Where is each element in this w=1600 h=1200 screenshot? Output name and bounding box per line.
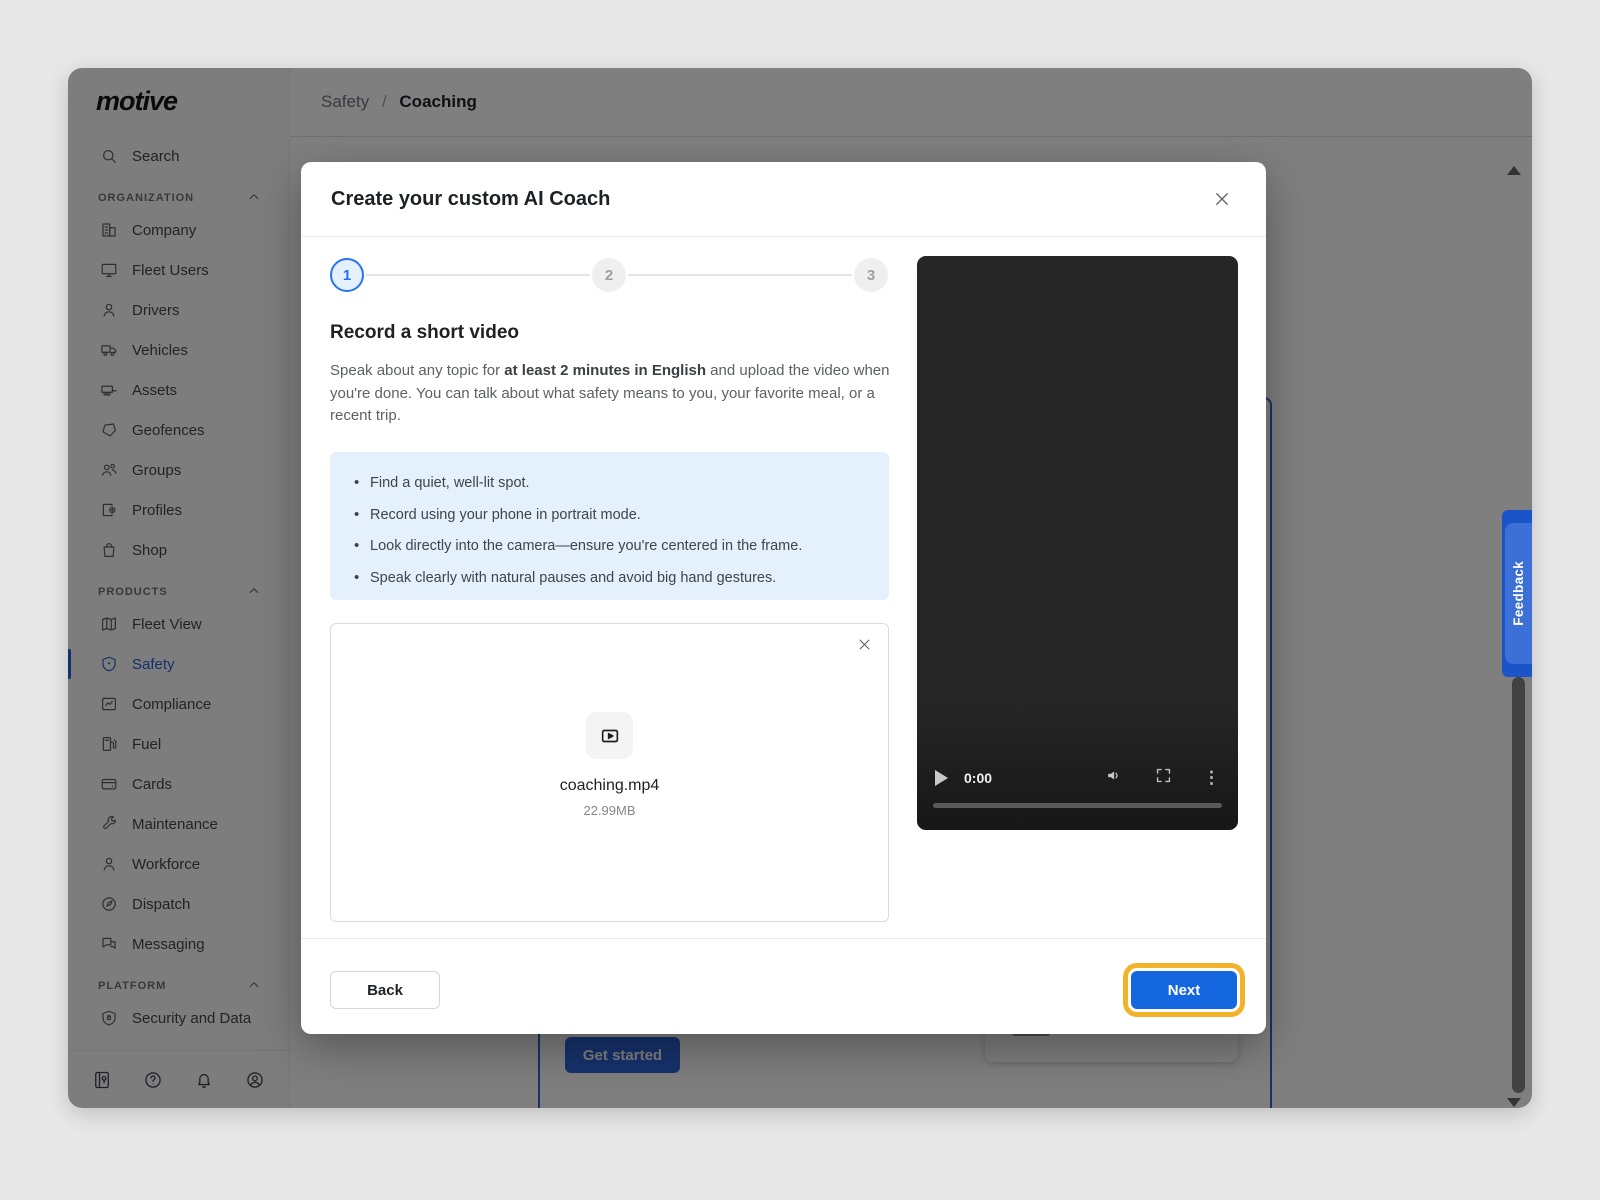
video-controls: 0:00 ⋮ xyxy=(917,761,1238,795)
tips-box: Find a quiet, well-lit spot. Record usin… xyxy=(330,452,889,600)
step-intro: Speak about any topic for at least 2 min… xyxy=(330,360,892,428)
stepper-step-2: 2 xyxy=(592,258,626,292)
play-icon[interactable] xyxy=(935,770,948,786)
fullscreen-icon[interactable] xyxy=(1154,766,1173,790)
feedback-tab-label: Feedback xyxy=(1511,561,1526,626)
ai-coach-modal: Create your custom AI Coach 1 2 3 Record… xyxy=(301,162,1266,1034)
intro-text: Speak about any topic for xyxy=(330,362,504,379)
stepper: 1 2 3 xyxy=(330,258,889,292)
modal-footer: Back Next xyxy=(301,938,1266,1034)
close-icon[interactable] xyxy=(1208,185,1236,213)
tip-item: Look directly into the camera—ensure you… xyxy=(352,538,869,570)
more-options-icon[interactable]: ⋮ xyxy=(1203,768,1220,788)
intro-text-bold: at least 2 minutes in English xyxy=(504,362,706,379)
uploaded-file-card: coaching.mp4 22.99MB xyxy=(330,623,889,922)
feedback-tab[interactable]: Feedback xyxy=(1502,510,1532,677)
next-button[interactable]: Next xyxy=(1131,971,1237,1009)
tip-item: Find a quiet, well-lit spot. xyxy=(352,475,869,507)
feedback-tab-inner: Feedback xyxy=(1505,523,1532,664)
remove-file-icon[interactable] xyxy=(852,632,876,656)
stepper-connector xyxy=(628,274,852,276)
video-file-icon xyxy=(586,712,633,759)
step-heading: Record a short video xyxy=(330,322,519,344)
modal-title: Create your custom AI Coach xyxy=(331,188,610,211)
video-player[interactable]: 0:00 ⋮ xyxy=(917,256,1238,830)
volume-icon[interactable] xyxy=(1105,766,1124,790)
stepper-step-3: 3 xyxy=(854,258,888,292)
file-name: coaching.mp4 xyxy=(560,777,660,795)
stepper-connector xyxy=(366,274,590,276)
tip-item: Record using your phone in portrait mode… xyxy=(352,507,869,539)
tip-item: Speak clearly with natural pauses and av… xyxy=(352,570,869,602)
video-progress-bar[interactable] xyxy=(933,803,1222,808)
modal-header: Create your custom AI Coach xyxy=(301,162,1266,237)
stepper-step-1: 1 xyxy=(330,258,364,292)
file-size: 22.99MB xyxy=(583,803,635,818)
back-button[interactable]: Back xyxy=(330,971,440,1009)
app-window: motive Search ORGANIZATION Company Fleet… xyxy=(68,68,1532,1108)
video-time: 0:00 xyxy=(964,770,992,786)
